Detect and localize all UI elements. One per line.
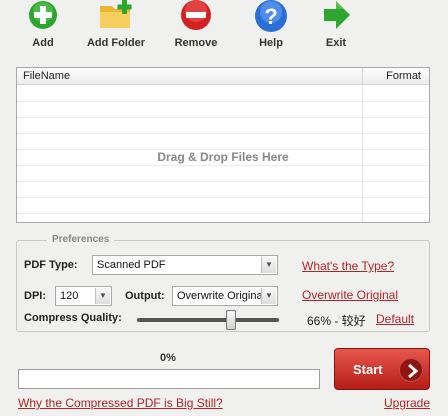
remove-label: Remove [174,37,218,49]
remove-icon [181,0,211,30]
arrow-right-icon [399,358,423,382]
toolbar: Add Add Folder Remove ? Help Exit [0,0,448,58]
add-icon [29,1,57,29]
pdf-type-select[interactable]: Scanned PDF ▼ [92,255,278,275]
add-folder-label: Add Folder [86,37,146,49]
progress-bar [18,369,320,389]
start-button[interactable]: Start [334,348,430,390]
progress-percent: 0% [160,352,176,364]
slider-thumb[interactable] [225,310,236,330]
svg-text:?: ? [264,4,277,29]
add-button[interactable]: Add [7,0,79,52]
add-folder-button[interactable]: Add Folder [80,0,152,52]
file-list[interactable]: FileName Format Drag & Drop Files Here [16,67,430,223]
drop-zone-hint: Drag & Drop Files Here [17,150,429,164]
overwrite-original-link[interactable]: Overwrite Original [302,288,398,302]
pdf-type-label: PDF Type: [24,259,78,271]
column-divider [362,68,363,85]
help-button[interactable]: ? Help [235,0,307,52]
exit-label: Exit [325,37,347,49]
chevron-down-icon[interactable]: ▼ [95,288,110,304]
preferences-legend: Preferences [47,234,115,245]
compress-quality-slider[interactable] [137,310,279,330]
output-value: Overwrite Origina [177,290,263,302]
chevron-down-icon[interactable]: ▼ [261,288,276,304]
help-label: Help [259,37,283,49]
whats-the-type-link[interactable]: What's the Type? [302,259,394,273]
start-label: Start [353,362,383,377]
output-select[interactable]: Overwrite Origina ▼ [172,286,278,306]
help-icon: ? [255,0,287,32]
compress-quality-value: 66% - 较好 [307,314,366,328]
dpi-value: 120 [60,290,79,302]
pdf-type-value: Scanned PDF [97,259,166,271]
drop-hint-text: Drag & Drop Files Here [151,150,295,164]
column-filename[interactable]: FileName [23,70,70,82]
compress-quality-label: Compress Quality: [24,312,122,324]
dpi-label: DPI: [24,290,46,302]
upgrade-link[interactable]: Upgrade [384,396,430,410]
default-link[interactable]: Default [376,312,414,326]
add-label: Add [32,37,54,49]
file-list-body[interactable]: Drag & Drop Files Here [17,86,429,222]
chevron-down-icon[interactable]: ▼ [261,257,276,273]
column-format[interactable]: Format [386,70,421,82]
dpi-select[interactable]: 120 ▼ [55,286,112,306]
add-folder-icon [100,0,132,28]
file-list-header: FileName Format [17,68,429,85]
output-label: Output: [125,290,165,302]
exit-button[interactable]: Exit [300,0,372,52]
remove-button[interactable]: Remove [160,0,232,52]
exit-icon [324,1,350,29]
why-big-still-link[interactable]: Why the Compressed PDF is Big Still? [18,396,223,410]
